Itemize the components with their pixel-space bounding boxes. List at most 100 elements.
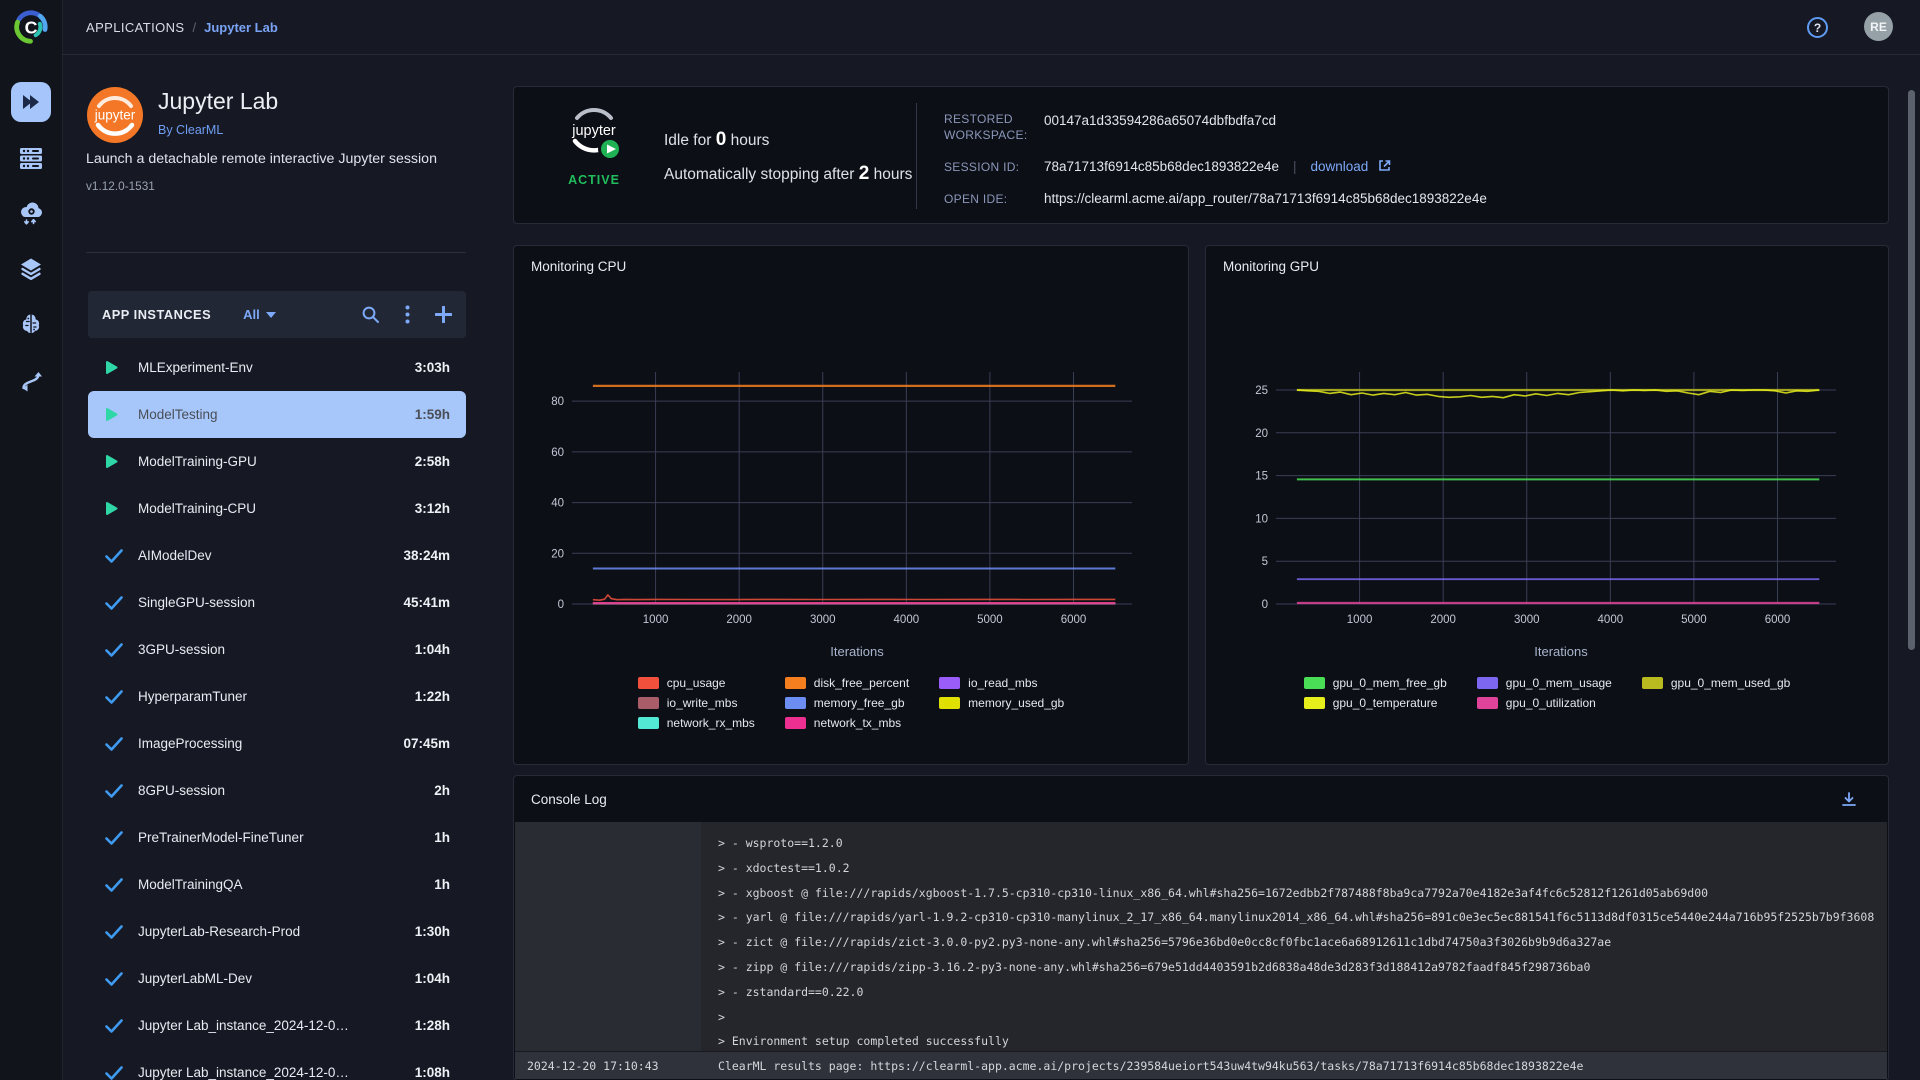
y-tick-label: 10	[1255, 513, 1268, 525]
sidebar-item-datasets[interactable]	[19, 257, 43, 281]
add-instance-icon[interactable]	[435, 306, 452, 323]
app-instance-row[interactable]: 3GPU-session 1:04h	[88, 626, 466, 673]
legend-label: disk_free_percent	[813, 676, 910, 690]
help-icon[interactable]: ?	[1807, 17, 1828, 38]
play-icon	[106, 361, 118, 374]
legend-item-io_read_mbs[interactable]: io_read_mbs	[939, 676, 1064, 690]
legend-item-memory_free_gb[interactable]: memory_free_gb	[784, 696, 909, 710]
search-icon[interactable]	[361, 305, 380, 324]
y-tick-label: 20	[1255, 428, 1268, 440]
instances-filter-dropdown[interactable]: All	[243, 307, 276, 322]
app-instance-row[interactable]: AIModelDev 38:24m	[88, 532, 466, 579]
app-instance-row[interactable]: Jupyter Lab_instance_2024-12-0… 1:28h	[88, 1002, 466, 1049]
console-log-line: > - zstandard==0.22.0	[718, 984, 864, 999]
legend-item-gpu_0_utilization[interactable]: gpu_0_utilization	[1476, 696, 1612, 710]
legend-item-network_tx_mbs[interactable]: network_tx_mbs	[784, 716, 909, 730]
app-author-link[interactable]: By ClearML	[158, 123, 223, 137]
legend-item-memory_used_gb[interactable]: memory_used_gb	[939, 696, 1064, 710]
legend-item-io_write_mbs[interactable]: io_write_mbs	[637, 696, 755, 710]
monitoring-gpu-card: Monitoring GPU 1000 2000 3000 4000 5000 6000 0…	[1205, 245, 1889, 765]
x-axis-label: Iterations	[830, 644, 884, 659]
breadcrumb-applications[interactable]: APPLICATIONS	[86, 20, 184, 35]
field-label: RESTORED WORKSPACE:	[944, 112, 1028, 142]
instance-duration: 1h	[434, 877, 450, 892]
series-cpu_usage	[592, 594, 1116, 601]
restored-workspace-value[interactable]: 00147a1d33594286a65074dbfbdfa7cd	[1044, 113, 1276, 128]
sidebar-item-models[interactable]	[19, 312, 43, 336]
cloud-gear-icon	[21, 202, 42, 225]
avatar[interactable]: RE	[1864, 12, 1893, 41]
open-ide-field: OPEN IDE:	[944, 191, 1052, 209]
legend-item-disk_free_percent[interactable]: disk_free_percent	[784, 676, 910, 690]
console-log-body[interactable]: > - wsproto==1.2.0 > - xdoctest==1.0.2 > -…	[515, 822, 1887, 1079]
sidebar-item-autoscalers[interactable]	[18, 200, 44, 226]
legend-item-network_rx_mbs[interactable]: network_rx_mbs	[637, 716, 755, 730]
sidebar-item-applications[interactable]	[11, 82, 51, 122]
console-log-line: >	[718, 1009, 725, 1024]
legend-item-gpu_0_mem_free_gb[interactable]: gpu_0_mem_free_gb	[1303, 676, 1447, 690]
legend-label: io_write_mbs	[666, 696, 738, 710]
app-instance-row[interactable]: ModelTrainingQA 1h	[88, 861, 466, 908]
app-instance-row[interactable]: ModelTesting 1:59h	[88, 391, 466, 438]
download-link[interactable]: download	[1311, 159, 1369, 174]
legend-label: memory_used_gb	[968, 696, 1065, 710]
legend-item-gpu_0_mem_used_gb[interactable]: gpu_0_mem_used_gb	[1641, 676, 1790, 690]
console-log-line: > - yarl @ file:///rapids/yarl-1.9.2-cp3…	[718, 910, 1875, 925]
sidebar-item-pipelines[interactable]	[19, 368, 43, 392]
instance-name: Jupyter Lab_instance_2024-12-0…	[138, 1018, 349, 1033]
legend-swatch	[1641, 677, 1663, 689]
kebab-menu-icon[interactable]	[405, 305, 410, 324]
legend-swatch	[637, 717, 659, 729]
app-instance-row[interactable]: SingleGPU-session 45:41m	[88, 579, 466, 626]
session-id-text[interactable]: 78a71713f6914c85b68dec1893822e4e	[1044, 159, 1279, 174]
open-ide-url[interactable]: https://clearml.acme.ai/app_router/78a71…	[1044, 191, 1487, 206]
y-tick-label: 15	[1255, 471, 1268, 483]
legend-swatch	[939, 697, 961, 709]
external-link-icon[interactable]	[1378, 159, 1391, 172]
instance-name: MLExperiment-Env	[138, 360, 253, 375]
app-instance-row[interactable]: JupyterLabML-Dev 1:04h	[88, 955, 466, 1002]
legend-item-cpu_usage[interactable]: cpu_usage	[637, 676, 755, 690]
pipeline-icon	[22, 372, 42, 392]
legend-item-gpu_0_mem_usage[interactable]: gpu_0_mem_usage	[1476, 676, 1612, 690]
app-instance-row[interactable]: ImageProcessing 07:45m	[88, 720, 466, 767]
y-tick-label: 80	[551, 396, 564, 408]
legend-label: gpu_0_temperature	[1332, 696, 1438, 710]
app-instance-row[interactable]: Jupyter Lab_instance_2024-12-0… 1:08h	[88, 1049, 466, 1080]
instance-duration: 1:04h	[414, 642, 450, 657]
gpu-chart-title: Monitoring GPU	[1223, 259, 1320, 274]
session-id-field: SESSION ID:	[944, 159, 1052, 177]
check-icon	[105, 877, 123, 892]
logo-letter: C	[25, 18, 38, 38]
app-instance-row[interactable]: ModelTraining-GPU 2:58h	[88, 438, 466, 485]
console-log-header: Console Log	[514, 776, 1888, 822]
check-icon	[105, 736, 123, 751]
app-instance-row[interactable]: PreTrainerModel-FineTuner 1h	[88, 814, 466, 861]
download-log-button[interactable]	[1840, 791, 1858, 808]
sidebar-item-workers-queues[interactable]	[19, 146, 43, 170]
legend-swatch	[784, 717, 806, 729]
legend-swatch	[784, 677, 806, 689]
console-log-line: > - zipp @ file:///rapids/zipp-3.16.2-py…	[718, 959, 1591, 974]
idle-hours-value: 0	[715, 129, 727, 150]
autostop-line: Automatically stopping after 2 hours	[664, 163, 913, 184]
app-instance-row[interactable]: ModelTraining-CPU 3:12h	[88, 485, 466, 532]
app-instance-row[interactable]: HyperparamTuner 1:22h	[88, 673, 466, 720]
console-log-line: > Environment setup completed successful…	[718, 1034, 1009, 1049]
check-icon	[105, 595, 123, 610]
server-rack-icon	[20, 148, 42, 169]
app-instance-row[interactable]: MLExperiment-Env 3:03h	[88, 344, 466, 391]
legend-item-gpu_0_temperature[interactable]: gpu_0_temperature	[1303, 696, 1447, 710]
check-icon	[105, 971, 123, 986]
app-instance-row[interactable]: 8GPU-session 2h	[88, 767, 466, 814]
results-page-link[interactable]: ClearML results page: https://clearml-ap…	[718, 1059, 1583, 1073]
app-instance-row[interactable]: JupyterLab-Research-Prod 1:30h	[88, 908, 466, 955]
monitoring-cpu-card: Monitoring CPU 1000 2000 3000 4000 5000 6000 0…	[513, 245, 1189, 765]
clearml-app-window: C APPLICATIONS / Jupyter Lab ? RE jupyte…	[0, 0, 1920, 1080]
scrollbar[interactable]	[1908, 90, 1915, 650]
console-gutter	[515, 822, 701, 1052]
instance-name: AIModelDev	[138, 548, 212, 563]
breadcrumb-current-page[interactable]: Jupyter Lab	[204, 20, 278, 35]
download-icon	[1842, 791, 1856, 806]
clearml-logo[interactable]: C	[12, 8, 50, 46]
